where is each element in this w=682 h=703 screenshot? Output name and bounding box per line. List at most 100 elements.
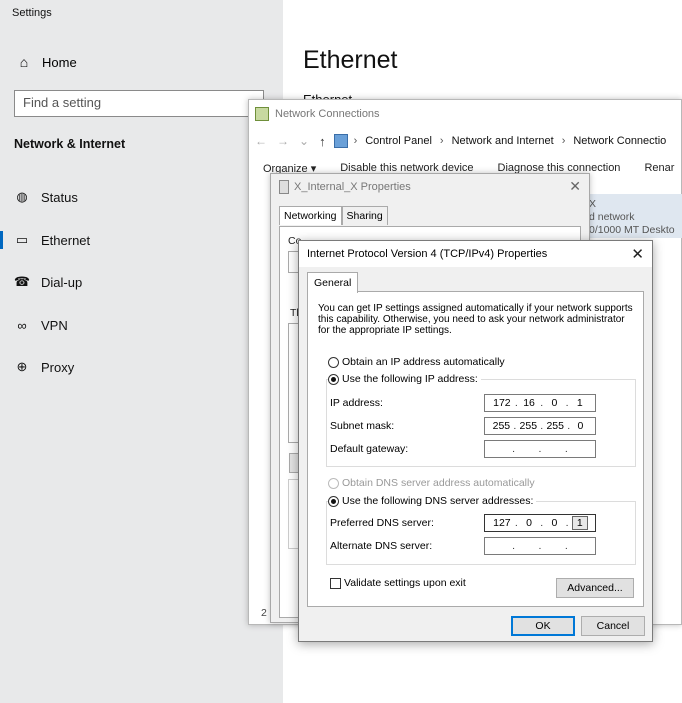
octet: 16 bbox=[523, 397, 535, 409]
advanced-button[interactable]: Advanced... bbox=[556, 578, 634, 598]
radio-label: Use the following IP address: bbox=[342, 373, 478, 385]
checkbox[interactable] bbox=[330, 577, 341, 589]
octet-dot: . bbox=[564, 443, 568, 455]
nc-titlebar: Network Connections bbox=[255, 106, 380, 122]
obtain-ip-auto-radio[interactable]: Obtain an IP address automatically bbox=[328, 356, 505, 368]
octet-selected: 1 bbox=[571, 516, 588, 530]
preferred-dns-row: Preferred DNS server: 127. 0. 0. 1 bbox=[330, 513, 630, 533]
octet: 127 bbox=[493, 517, 511, 529]
octet-dot: . bbox=[565, 397, 569, 409]
ipv4-title: Internet Protocol Version 4 (TCP/IPv4) P… bbox=[307, 248, 548, 260]
adapter-device: 0/1000 MT Deskto bbox=[589, 224, 675, 236]
find-setting-input[interactable]: Find a setting bbox=[14, 90, 264, 117]
alternate-dns-field[interactable]: . . . bbox=[484, 537, 596, 555]
sidebar-item-dialup[interactable]: ☎ Dial-up bbox=[0, 271, 283, 293]
nc-title-text: Network Connections bbox=[275, 108, 380, 120]
general-panel: You can get IP settings assigned automat… bbox=[307, 291, 644, 607]
home-icon: ⌂ bbox=[19, 54, 29, 70]
checkbox-label: Validate settings upon exit bbox=[344, 577, 466, 589]
radio-label: Use the following DNS server addresses: bbox=[342, 495, 534, 507]
radio-button[interactable] bbox=[328, 356, 339, 368]
ip-address-field[interactable]: 172. 16. 0. 1 bbox=[484, 394, 596, 412]
octet-dot: . bbox=[540, 517, 544, 529]
subnet-mask-field[interactable]: 255. 255. 255. 0 bbox=[484, 417, 596, 435]
network-folder-icon bbox=[255, 107, 269, 121]
rename-button[interactable]: Renar bbox=[644, 162, 674, 178]
octet: 255 bbox=[492, 420, 511, 432]
sidebar-item-label: Proxy bbox=[41, 359, 75, 375]
octet: 0 bbox=[526, 517, 532, 529]
octet-dot: . bbox=[514, 397, 518, 409]
back-arrow-icon[interactable]: ← bbox=[255, 134, 267, 148]
ip-address-row: IP address: 172. 16. 0. 1 bbox=[330, 393, 630, 413]
up-arrow-icon[interactable]: ↑ bbox=[319, 134, 326, 149]
settings-sidebar: Settings ⌂ Home Find a setting Network &… bbox=[0, 0, 283, 703]
breadcrumb-control-panel[interactable]: Control Panel bbox=[365, 135, 432, 147]
control-panel-icon bbox=[333, 134, 348, 148]
octet-dot: . bbox=[540, 397, 544, 409]
radio-label: Obtain an IP address automatically bbox=[342, 356, 505, 368]
octet-dot: . bbox=[564, 540, 568, 552]
radio-button[interactable] bbox=[328, 495, 339, 507]
dialup-icon: ☎ bbox=[13, 274, 31, 289]
forward-arrow-icon[interactable]: → bbox=[277, 134, 289, 148]
octet: 172 bbox=[493, 397, 511, 409]
octet-dot: . bbox=[513, 420, 517, 432]
alternate-dns-row: Alternate DNS server: . . . bbox=[330, 536, 630, 556]
sidebar-item-status[interactable]: ◍ Status bbox=[0, 186, 283, 208]
octet-dot: . bbox=[512, 443, 516, 455]
subnet-mask-row: Subnet mask: 255. 255. 255. 0 bbox=[330, 416, 630, 436]
cancel-button[interactable]: Cancel bbox=[581, 616, 645, 636]
octet-dot: . bbox=[538, 443, 542, 455]
octet: 255 bbox=[519, 420, 538, 432]
preferred-dns-label: Preferred DNS server: bbox=[330, 517, 434, 529]
prop-title-text: X_Internal_X Properties bbox=[294, 181, 411, 193]
radio-label: Obtain DNS server address automatically bbox=[342, 477, 535, 489]
proxy-globe-icon: ⊕ bbox=[16, 359, 28, 374]
tab-sharing[interactable]: Sharing bbox=[341, 206, 388, 225]
default-gateway-row: Default gateway: . . . bbox=[330, 439, 630, 459]
adapter-tile[interactable]: X d network 0/1000 MT Deskto bbox=[585, 194, 682, 238]
sidebar-item-vpn[interactable]: ∞ VPN bbox=[0, 314, 283, 336]
selection-indicator bbox=[0, 231, 3, 249]
radio-button[interactable] bbox=[328, 373, 339, 385]
address-bar[interactable]: ← → ⌄ ↑ › Control Panel › Network and In… bbox=[255, 130, 682, 152]
octet-dot: . bbox=[514, 517, 518, 529]
prop-titlebar: X_Internal_X Properties bbox=[279, 180, 411, 194]
sidebar-item-ethernet[interactable]: ▭ Ethernet bbox=[0, 229, 283, 251]
octet-dot: . bbox=[540, 420, 544, 432]
tab-networking[interactable]: Networking bbox=[279, 206, 342, 225]
sidebar-item-proxy[interactable]: ⊕ Proxy bbox=[0, 356, 283, 378]
ok-button[interactable]: OK bbox=[511, 616, 575, 636]
adapter-network: d network bbox=[589, 211, 635, 223]
radio-button[interactable] bbox=[328, 477, 339, 489]
breadcrumb-network-connections[interactable]: Network Connectio bbox=[573, 135, 666, 147]
sidebar-item-label: Ethernet bbox=[41, 232, 91, 248]
ethernet-icon: ▭ bbox=[15, 232, 29, 247]
recent-chevron-icon[interactable]: ⌄ bbox=[299, 134, 309, 148]
prop-tabs: Networking Sharing bbox=[279, 206, 388, 225]
close-icon[interactable]: ✕ bbox=[569, 178, 581, 195]
ip-settings-description: You can get IP settings assigned automat… bbox=[318, 303, 633, 336]
breadcrumb-network-internet[interactable]: Network and Internet bbox=[452, 135, 554, 147]
close-icon[interactable]: ✕ bbox=[631, 245, 644, 263]
home-nav-item[interactable]: ⌂ Home bbox=[14, 52, 77, 72]
subnet-mask-label: Subnet mask: bbox=[330, 420, 395, 432]
use-following-ip-radio[interactable]: Use the following IP address: bbox=[328, 373, 481, 385]
validate-settings-checkbox[interactable]: Validate settings upon exit bbox=[330, 577, 466, 589]
use-following-dns-radio[interactable]: Use the following DNS server addresses: bbox=[328, 495, 537, 507]
octet: 0 bbox=[551, 397, 558, 409]
globe-status-icon: ◍ bbox=[16, 189, 28, 204]
octet: 0 bbox=[577, 420, 584, 432]
tab-general[interactable]: General bbox=[307, 272, 359, 293]
vpn-icon: ∞ bbox=[17, 317, 27, 333]
preferred-dns-field[interactable]: 127. 0. 0. 1 bbox=[484, 514, 596, 532]
page-title: Ethernet bbox=[303, 46, 398, 74]
settings-app-title: Settings bbox=[12, 7, 52, 19]
octet-dot: . bbox=[565, 517, 569, 529]
obtain-dns-auto-radio[interactable]: Obtain DNS server address automatically bbox=[328, 477, 535, 489]
home-label: Home bbox=[42, 54, 77, 70]
breadcrumb-separator-icon: › bbox=[561, 135, 566, 147]
default-gateway-field[interactable]: . . . bbox=[484, 440, 596, 458]
alternate-dns-label: Alternate DNS server: bbox=[330, 540, 433, 552]
